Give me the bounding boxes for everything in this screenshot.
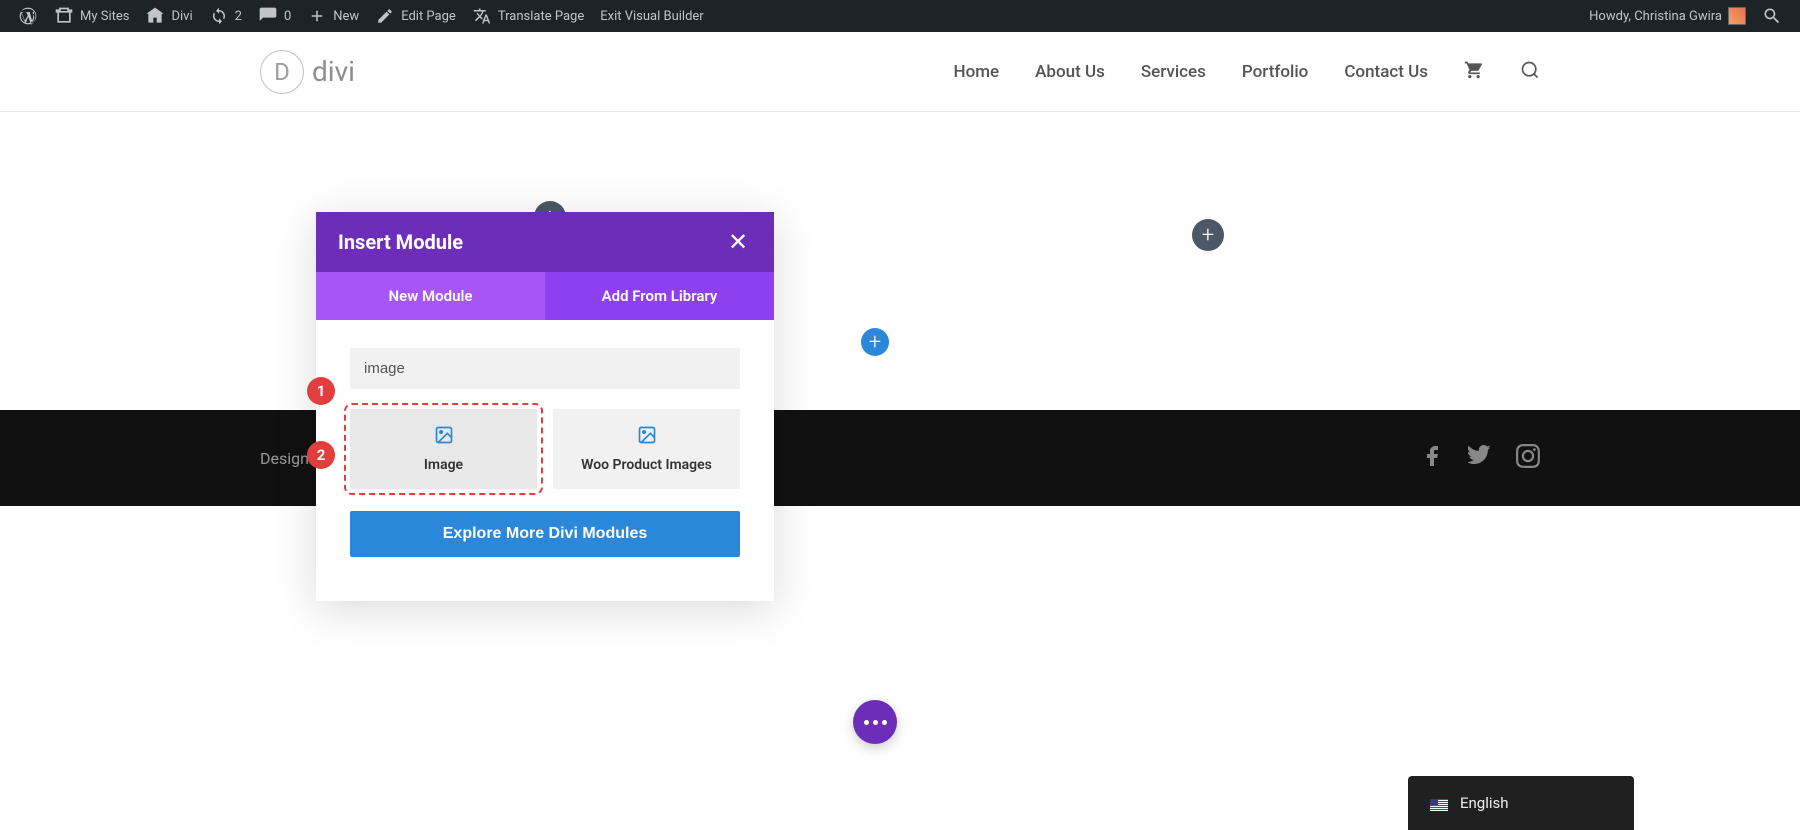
add-section-button-2[interactable]: + (1192, 219, 1224, 251)
social-icons (1420, 444, 1540, 472)
search-icon (1762, 6, 1782, 26)
comments-link[interactable]: 0 (250, 0, 299, 32)
modal-body: Image Woo Product Images Explore More Di… (316, 320, 774, 601)
exit-builder-label: Exit Visual Builder (600, 9, 703, 24)
admin-bar-right: Howdy, Christina Gwira (1581, 0, 1790, 32)
module-image-label: Image (358, 457, 529, 473)
annotation-2: 2 (307, 441, 335, 469)
comment-count: 0 (284, 9, 291, 24)
module-woo-label: Woo Product Images (561, 457, 732, 473)
nav-services[interactable]: Services (1141, 62, 1206, 82)
module-woo-images[interactable]: Woo Product Images (553, 409, 740, 489)
home-icon (145, 6, 165, 26)
module-image[interactable]: Image (350, 409, 537, 489)
tab-new-module[interactable]: New Module (316, 272, 545, 320)
site-logo[interactable]: D divi (260, 50, 355, 94)
insert-module-modal: Insert Module ✕ New Module Add From Libr… (316, 212, 774, 601)
new-link[interactable]: New (299, 0, 367, 32)
edit-page-link[interactable]: Edit Page (367, 0, 464, 32)
annotation-1: 1 (307, 377, 335, 405)
content-area: + + + Designed Insert Module ✕ New Modul… (0, 112, 1800, 830)
modal-header: Insert Module ✕ (316, 212, 774, 272)
module-search-input[interactable] (350, 348, 740, 389)
site-header: D divi Home About Us Services Portfolio … (0, 32, 1800, 112)
wp-admin-bar: My Sites Divi 2 0 New (0, 0, 1800, 32)
dots-icon (882, 720, 887, 725)
exit-builder-link[interactable]: Exit Visual Builder (592, 0, 711, 32)
us-flag-icon (1430, 797, 1448, 809)
modal-title: Insert Module (338, 230, 463, 254)
facebook-icon[interactable] (1420, 444, 1444, 472)
sites-icon (54, 6, 74, 26)
admin-bar-left: My Sites Divi 2 0 New (10, 0, 712, 32)
builder-fab[interactable] (853, 700, 897, 744)
dots-icon (864, 720, 869, 725)
cart-icon[interactable] (1464, 60, 1484, 84)
user-greeting[interactable]: Howdy, Christina Gwira (1581, 0, 1754, 32)
translate-page-link[interactable]: Translate Page (464, 0, 592, 32)
nav-portfolio[interactable]: Portfolio (1242, 62, 1308, 82)
translate-icon (472, 6, 492, 26)
add-row-button[interactable]: + (861, 328, 889, 356)
language-label: English (1460, 794, 1509, 812)
module-grid: Image Woo Product Images (350, 409, 740, 489)
nav-home[interactable]: Home (954, 62, 1000, 82)
tab-add-library[interactable]: Add From Library (545, 272, 774, 320)
footer-section: Designed (0, 410, 1800, 506)
admin-search[interactable] (1754, 0, 1790, 32)
logo-icon: D (260, 50, 304, 94)
instagram-icon[interactable] (1516, 444, 1540, 472)
nav-contact[interactable]: Contact Us (1344, 62, 1428, 82)
main-nav: Home About Us Services Portfolio Contact… (954, 60, 1540, 84)
site-name-label: Divi (171, 9, 192, 24)
my-sites-label: My Sites (80, 9, 129, 24)
modal-tabs: New Module Add From Library (316, 272, 774, 320)
wp-logo[interactable] (10, 0, 46, 32)
user-avatar (1728, 7, 1746, 25)
edit-page-label: Edit Page (401, 9, 456, 24)
pencil-icon (375, 6, 395, 26)
twitter-icon[interactable] (1468, 444, 1492, 472)
comment-icon (258, 6, 278, 26)
plus-icon (307, 6, 327, 26)
search-nav-icon[interactable] (1520, 60, 1540, 84)
logo-text: divi (312, 55, 355, 88)
language-switcher[interactable]: English (1408, 776, 1634, 830)
nav-about[interactable]: About Us (1035, 62, 1105, 82)
image-icon (358, 425, 529, 449)
greeting-text: Howdy, Christina Gwira (1589, 9, 1722, 24)
update-icon (209, 6, 229, 26)
wordpress-icon (18, 6, 38, 26)
my-sites-link[interactable]: My Sites (46, 0, 137, 32)
translate-page-label: Translate Page (498, 9, 584, 24)
close-icon[interactable]: ✕ (724, 228, 752, 256)
explore-modules-button[interactable]: Explore More Divi Modules (350, 511, 740, 557)
site-link[interactable]: Divi (137, 0, 200, 32)
updates-link[interactable]: 2 (201, 0, 250, 32)
new-label: New (333, 9, 359, 24)
update-count: 2 (235, 9, 242, 24)
image-icon (561, 425, 732, 449)
dots-icon (873, 720, 878, 725)
